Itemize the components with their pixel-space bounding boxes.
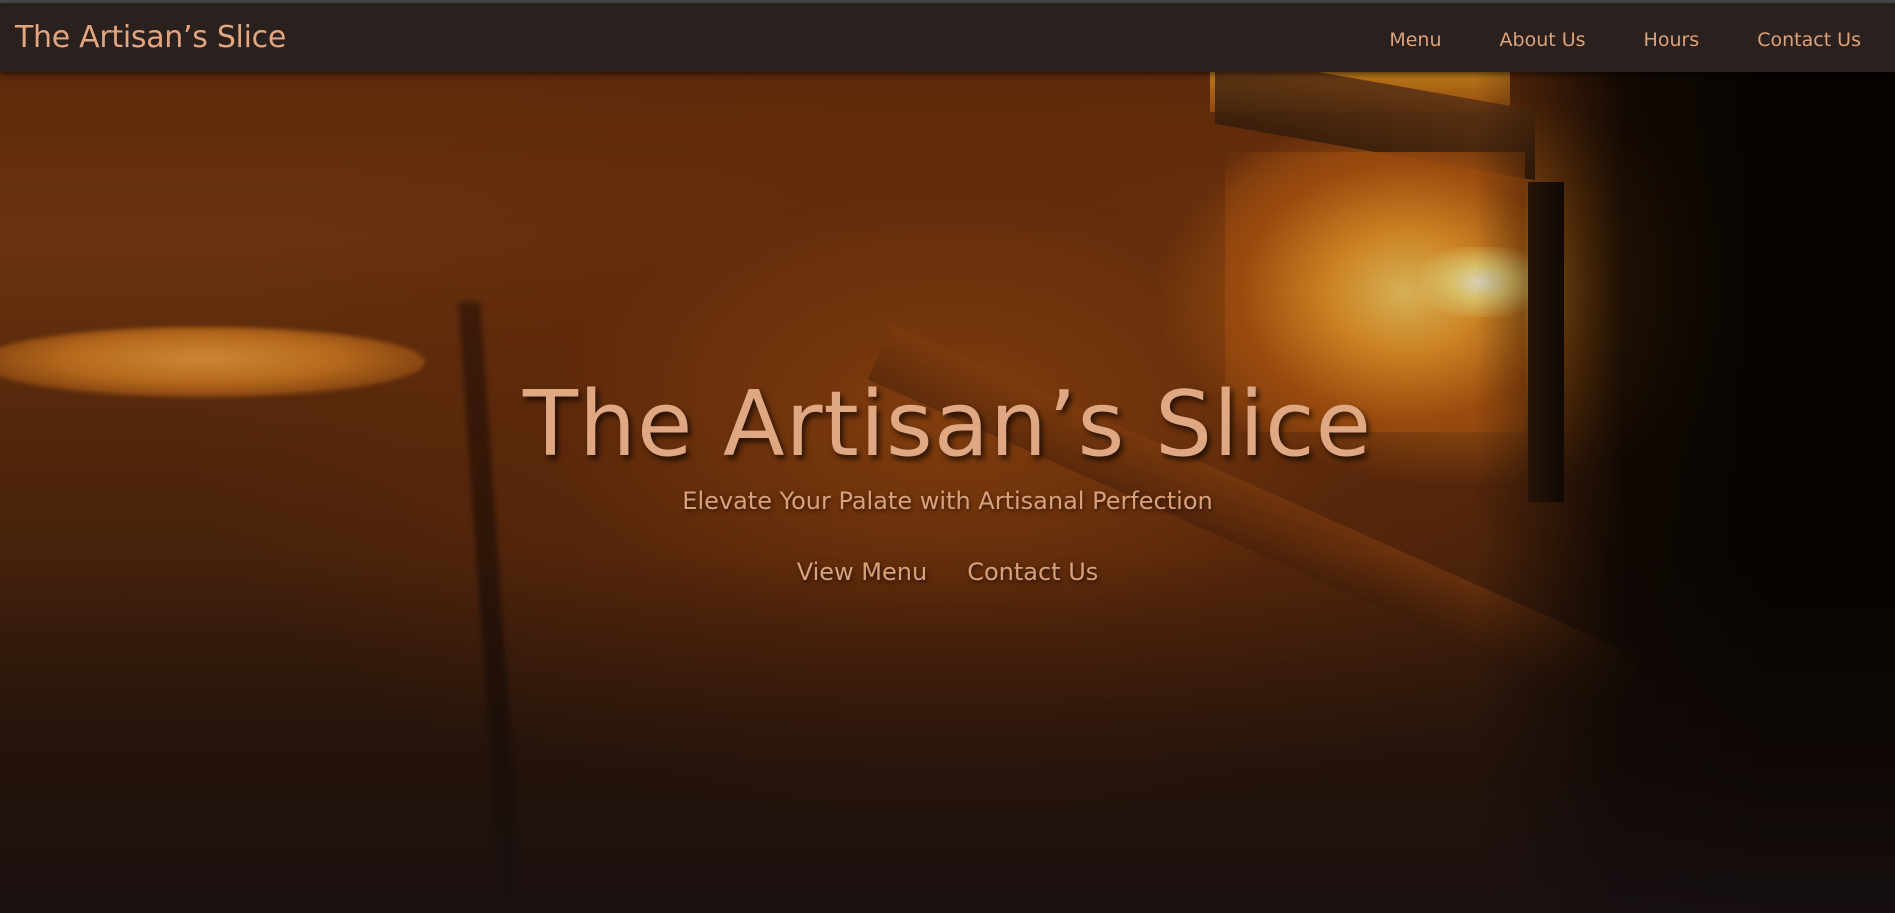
nav-link-contact-us[interactable]: Contact Us [1757,29,1861,51]
brand-logo-text[interactable]: The Artisan’s Slice [15,20,286,55]
nav-link-hours[interactable]: Hours [1644,29,1700,51]
nav-links: Menu About Us Hours Contact Us [1331,29,1861,51]
hero-section: The Artisan’s Slice Elevate Your Palate … [0,72,1895,913]
contact-us-button[interactable]: Contact Us [967,558,1098,586]
hero-title: The Artisan’s Slice [522,372,1373,477]
nav-link-menu[interactable]: Menu [1389,29,1441,51]
page: The Artisan’s Slice Menu About Us Hours … [0,0,1895,913]
hero-subtitle: Elevate Your Palate with Artisanal Perfe… [682,487,1213,515]
hero-content: The Artisan’s Slice Elevate Your Palate … [0,72,1895,913]
hero-buttons: View Menu Contact Us [0,558,1895,586]
nav-link-about-us[interactable]: About Us [1500,29,1586,51]
view-menu-button[interactable]: View Menu [797,558,927,586]
navbar: The Artisan’s Slice Menu About Us Hours … [0,3,1895,72]
